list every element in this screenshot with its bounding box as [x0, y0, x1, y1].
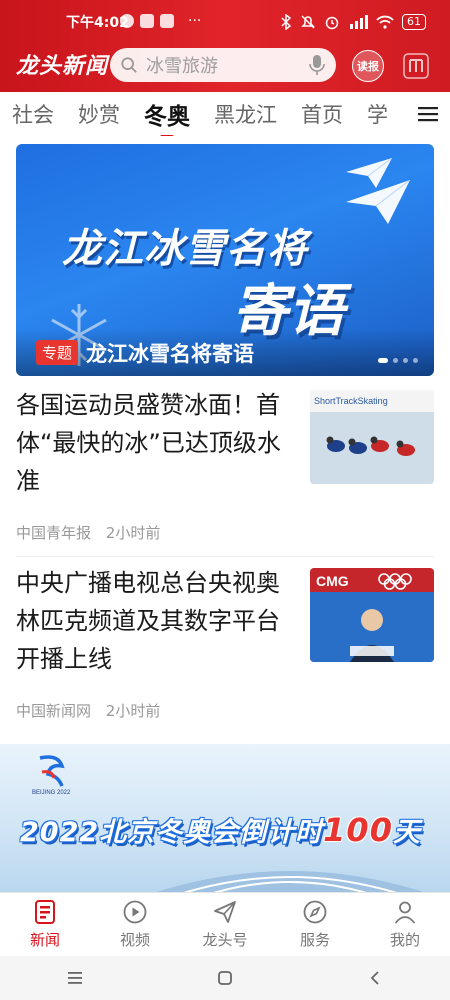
nav-label: 新闻: [29, 931, 60, 949]
channel-menu-button[interactable]: [406, 92, 450, 136]
news-time: 2小时前: [105, 524, 161, 542]
bottom-navigation: 新闻 视频 龙头号 服务 我的: [0, 892, 450, 956]
news-meta: 中国新闻网 2小时前: [16, 700, 160, 721]
news-item[interactable]: 中央广播电视总台央视奥林匹克频道及其数字平台开播上线 中国新闻网 2小时前 CM…: [16, 564, 434, 734]
read-newspaper-button[interactable]: 读报: [352, 50, 384, 82]
news-title: 中央广播电视总台央视奥林匹克频道及其数字平台开播上线: [16, 569, 280, 673]
back-chevron-icon: [370, 971, 379, 985]
news-thumbnail-skating: ShortTrackSkating: [310, 390, 434, 484]
video-icon: [123, 900, 147, 924]
topic-badge: 专题: [36, 340, 79, 365]
app-logo: 龙头新闻: [16, 53, 109, 79]
brand-badge-icon[interactable]: [402, 52, 430, 80]
news-feed: 龙江冰雪名将 寄语 专题 龙江冰雪名将寄语 各国运动员盛赞冰面！首体“最快的冰”…: [0, 136, 450, 892]
nav-label: 服务: [299, 931, 330, 949]
emblem-caption: BEIJING 2022: [32, 790, 71, 796]
microphone-icon[interactable]: [308, 54, 326, 76]
home-square-icon: [218, 971, 232, 985]
tab-study[interactable]: 学: [355, 99, 400, 129]
menu-icon: [418, 107, 438, 122]
bluetooth-icon: [281, 14, 292, 30]
tab-winter-olympics[interactable]: 冬奥: [132, 97, 202, 131]
system-status-icons: 61: [280, 14, 426, 30]
carousel-dot-active: [378, 358, 388, 363]
news-item[interactable]: 各国运动员盛赞冰面！首体“最快的冰”已达顶级水准 中国青年报 2小时前 Shor…: [16, 386, 434, 554]
carousel-dot: [403, 358, 408, 363]
tab-home[interactable]: 首页: [289, 99, 355, 129]
mute-icon: [301, 15, 315, 29]
battery-indicator: 61: [402, 14, 426, 30]
nav-label: 视频: [119, 931, 150, 949]
countdown-lead: 2022北京冬奥会倒计时: [20, 817, 324, 848]
menu-icon: [68, 972, 82, 984]
search-icon: [121, 57, 137, 73]
send-icon: [214, 901, 236, 923]
nav-profile[interactable]: 我的: [360, 893, 450, 956]
news-meta: 中国青年报 2小时前: [16, 522, 160, 543]
news-icon: [35, 900, 55, 924]
home-button[interactable]: [205, 958, 245, 998]
countdown-number: 100: [323, 811, 393, 849]
carousel-indicator: [378, 358, 418, 363]
news-title: 各国运动员盛赞冰面！首体“最快的冰”已达顶级水准: [16, 391, 281, 495]
notification-icon: [120, 14, 134, 28]
tab-society[interactable]: 社会: [0, 99, 66, 129]
featured-banner[interactable]: 龙江冰雪名将 寄语 专题 龙江冰雪名将寄语: [16, 144, 434, 376]
nav-news[interactable]: 新闻: [0, 893, 90, 956]
thumbnail-caption: CMG: [316, 573, 349, 589]
nav-label: 龙头号: [202, 931, 248, 949]
carousel-dot: [413, 358, 418, 363]
countdown-unit: 天: [392, 817, 421, 848]
search-placeholder: 冰雪旅游: [146, 56, 218, 77]
recent-apps-button[interactable]: [55, 958, 95, 998]
nav-label: 我的: [389, 931, 420, 949]
nav-longtou[interactable]: 龙头号: [180, 893, 270, 956]
tab-heilongjiang[interactable]: 黑龙江: [202, 99, 289, 129]
nav-video[interactable]: 视频: [90, 893, 180, 956]
status-bar: 下午4:02 ··· 61: [0, 0, 450, 31]
app-header: 下午4:02 ··· 61 龙头新闻 冰雪旅游 读报: [0, 0, 450, 92]
countdown-text: 2022北京冬奥会倒计时100天: [20, 810, 421, 849]
olympic-emblem-icon: BEIJING 2022: [32, 755, 71, 796]
app-notification-icon: [160, 14, 174, 28]
user-icon: [394, 901, 416, 924]
notification-icons: ···: [120, 13, 201, 29]
thumbnail-caption: ShortTrackSkating: [314, 396, 388, 406]
nav-services[interactable]: 服务: [270, 893, 360, 956]
paper-plane-icon: [346, 180, 410, 224]
more-notifications-icon: ···: [188, 13, 202, 29]
stadium-illustration: [156, 871, 424, 892]
wifi-icon: [376, 15, 394, 29]
banner-caption: 龙江冰雪名将寄语: [86, 342, 254, 366]
divider: [16, 556, 434, 557]
compass-icon: [303, 900, 327, 924]
carousel-dot: [393, 358, 398, 363]
news-source: 中国青年报: [16, 524, 92, 542]
app-notification-icon: [140, 14, 154, 28]
news-source: 中国新闻网: [16, 702, 92, 720]
channel-tabs: 社会 妙赏 冬奥 黑龙江 首页 学: [0, 92, 450, 136]
tab-miaoshang[interactable]: 妙赏: [66, 99, 132, 129]
search-bar[interactable]: 冰雪旅游: [110, 48, 336, 82]
signal-icon: [350, 15, 368, 29]
system-navigation-bar: [0, 956, 450, 1000]
news-time: 2小时前: [105, 702, 161, 720]
alarm-icon: [325, 16, 339, 30]
back-button[interactable]: [355, 958, 395, 998]
news-thumbnail-broadcast: CMG: [310, 568, 434, 662]
countdown-banner[interactable]: BEIJING 2022 2022北京冬奥会倒计时100天: [0, 744, 450, 892]
